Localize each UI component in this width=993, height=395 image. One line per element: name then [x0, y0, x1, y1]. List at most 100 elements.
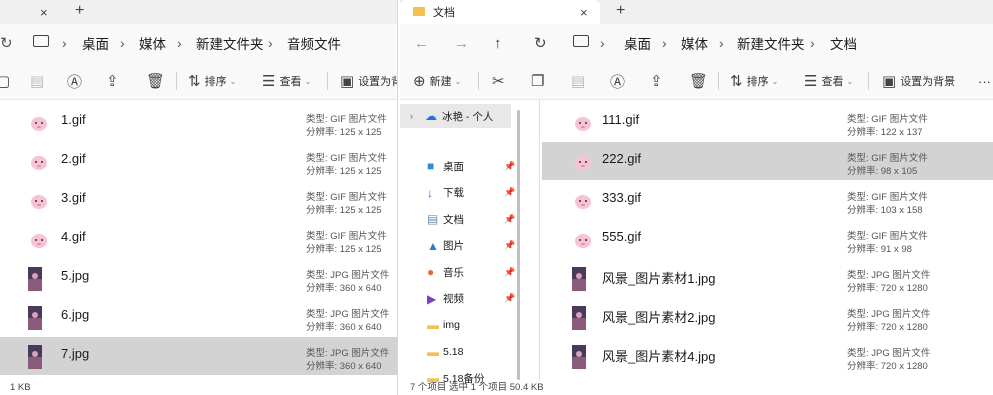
expand-chevron-icon[interactable]: › [410, 111, 413, 121]
file-name: 7.jpg [61, 346, 90, 361]
file-row[interactable]: 4.gif 类型: GIF 图片文件 分辨率: 125 x 125 [0, 220, 397, 258]
rename-icon[interactable]: Ⓐ [610, 62, 625, 100]
folder-icon [413, 7, 425, 16]
file-name: 风景_图片素材2.jpg [602, 310, 716, 325]
nav-item[interactable]: ↓ 下载 📌 [400, 181, 539, 205]
sort-button[interactable]: ⇅ 排序 ⌄ [730, 62, 778, 100]
left-breadcrumb-media[interactable]: 媒体 [139, 33, 166, 53]
copy-icon[interactable]: ❐ [531, 62, 544, 100]
left-view-button[interactable]: ☰ 查看 ⌄ [262, 62, 311, 100]
nav-item-icon: ▲ [427, 238, 439, 253]
paste-icon[interactable]: ▤ [571, 62, 585, 100]
left-set-background-button[interactable]: ▣ 设置为背 [340, 62, 397, 100]
nav-item-icon: ▬ [427, 344, 439, 359]
file-row[interactable]: 222.gif 类型: GIF 图片文件 分辨率: 98 x 105 [542, 142, 993, 180]
file-name: 4.gif [61, 229, 86, 244]
right-breadcrumb-newfolder[interactable]: 新建文件夹 [737, 33, 805, 53]
file-row[interactable]: 3.gif 类型: GIF 图片文件 分辨率: 125 x 125 [0, 181, 397, 219]
jpg-thumbnail-icon [572, 345, 594, 369]
left-share-icon[interactable]: ⇪ [106, 62, 119, 100]
right-breadcrumb-media[interactable]: 媒体 [681, 33, 708, 53]
nav-item[interactable]: ■ 桌面 📌 [400, 154, 539, 178]
file-row[interactable]: 7.jpg 类型: JPG 图片文件 分辨率: 360 x 640 [0, 337, 397, 375]
refresh-icon[interactable]: ↻ [534, 34, 547, 52]
right-tab-documents[interactable]: 文档 × [400, 0, 600, 24]
forward-arrow-icon[interactable]: → [454, 35, 469, 52]
file-name: 1.gif [61, 112, 86, 127]
file-meta: 类型: GIF 图片文件 分辨率: 125 x 125 [306, 113, 387, 139]
right-address-bar[interactable]: ← → ↑ ↻ › 桌面 › 媒体 › 新建文件夹 › 文档 [400, 24, 993, 62]
nav-item[interactable]: ▶ 视频 📌 [400, 287, 539, 311]
gif-thumbnail-icon [572, 228, 594, 250]
left-tab-close-icon[interactable]: × [40, 5, 48, 20]
right-new-tab-button[interactable]: + [616, 2, 625, 20]
jpg-thumbnail-icon [572, 267, 594, 291]
file-meta: 类型: JPG 图片文件 分辨率: 720 x 1280 [847, 347, 930, 373]
left-breadcrumb-desktop[interactable]: 桌面 [82, 33, 109, 53]
left-paste-icon[interactable]: ▤ [30, 62, 44, 100]
right-breadcrumb-documents[interactable]: 文档 [830, 33, 857, 53]
left-rename-icon[interactable]: Ⓐ [67, 62, 82, 100]
file-row[interactable]: 555.gif 类型: GIF 图片文件 分辨率: 91 x 98 [542, 220, 993, 258]
nav-item[interactable]: ▲ 图片 📌 [400, 234, 539, 258]
share-icon[interactable]: ⇪ [650, 62, 663, 100]
file-row[interactable]: 风景_图片素材4.jpg 类型: JPG 图片文件 分辨率: 720 x 1280 [542, 337, 993, 375]
delete-icon[interactable]: 🗑 [689, 62, 708, 100]
nav-item-label: 5.18 [443, 345, 464, 358]
file-row[interactable]: 风景_图片素材1.jpg 类型: JPG 图片文件 分辨率: 720 x 1280 [542, 259, 993, 297]
right-tab-close-icon[interactable]: × [580, 5, 588, 20]
file-meta: 类型: JPG 图片文件 分辨率: 720 x 1280 [847, 308, 930, 334]
gif-thumbnail-icon [28, 150, 50, 172]
file-row[interactable]: 333.gif 类型: GIF 图片文件 分辨率: 103 x 158 [542, 181, 993, 219]
file-row[interactable]: 111.gif 类型: GIF 图片文件 分辨率: 122 x 137 [542, 103, 993, 141]
more-options-button[interactable]: ··· [978, 62, 991, 100]
left-new-tab-button[interactable]: + [75, 2, 84, 20]
left-delete-icon[interactable]: 🗑 [146, 62, 165, 100]
view-icon: ☰ [804, 73, 818, 90]
nav-item-label: 图片 [443, 240, 464, 252]
left-breadcrumb-newfolder[interactable]: 新建文件夹 [196, 33, 264, 53]
nav-item[interactable]: ● 音乐 📌 [400, 260, 539, 284]
nav-item-label: img [443, 319, 460, 331]
left-copy-icon[interactable]: ▢ [0, 62, 10, 100]
left-breadcrumb-audio[interactable]: 音频文件 [287, 33, 341, 53]
file-meta: 类型: JPG 图片文件 分辨率: 720 x 1280 [847, 269, 930, 295]
left-tab[interactable]: × [0, 0, 60, 24]
left-refresh-icon[interactable]: ↻ [0, 34, 13, 52]
file-name: 2.gif [61, 151, 86, 166]
up-arrow-icon[interactable]: ↑ [494, 35, 502, 52]
gif-thumbnail-icon [572, 111, 594, 133]
nav-item[interactable]: ▬ img [400, 313, 539, 337]
file-type: 类型: GIF 图片文件 [847, 153, 928, 164]
file-name: 3.gif [61, 190, 86, 205]
file-row[interactable]: 6.jpg 类型: JPG 图片文件 分辨率: 360 x 640 [0, 298, 397, 336]
right-breadcrumb-desktop[interactable]: 桌面 [624, 33, 651, 53]
file-meta: 类型: GIF 图片文件 分辨率: 98 x 105 [847, 152, 928, 178]
set-background-button[interactable]: ▣ 设置为背景 [882, 62, 955, 100]
cut-icon[interactable]: ✂ [492, 62, 505, 100]
file-row[interactable]: 风景_图片素材2.jpg 类型: JPG 图片文件 分辨率: 720 x 1280 [542, 298, 993, 336]
file-row[interactable]: 2.gif 类型: GIF 图片文件 分辨率: 125 x 125 [0, 142, 397, 180]
nav-item[interactable]: ▤ 文档 📌 [400, 207, 539, 231]
back-arrow-icon[interactable]: ← [414, 35, 429, 52]
jpg-thumbnail-icon [28, 267, 50, 291]
left-sort-button[interactable]: ⇅ 排序 ⌄ [188, 62, 236, 100]
file-row[interactable]: 5.jpg 类型: JPG 图片文件 分辨率: 360 x 640 [0, 259, 397, 297]
file-name: 风景_图片素材1.jpg [602, 271, 716, 286]
nav-item[interactable]: › ☁ 冰艳 - 个人 [400, 104, 511, 128]
file-resolution: 分辨率: 122 x 137 [847, 127, 923, 138]
nav-item[interactable]: ▬ 5.18 [400, 340, 539, 364]
file-name: 6.jpg [61, 307, 90, 322]
file-type: 类型: JPG 图片文件 [306, 348, 390, 359]
left-address-bar[interactable]: ↻ › 桌面 › 媒体 › 新建文件夹 › 音频文件 [0, 24, 397, 62]
file-resolution: 分辨率: 360 x 640 [306, 361, 382, 372]
file-type: 类型: GIF 图片文件 [306, 231, 387, 242]
left-toolbar: ▢ ▤ Ⓐ ⇪ 🗑 ⇅排序⌄ ☰查看⌄ ▣设置为背 [0, 62, 397, 100]
nav-item-icon: ■ [427, 159, 435, 173]
file-meta: 类型: GIF 图片文件 分辨率: 125 x 125 [306, 191, 387, 217]
file-row[interactable]: 1.gif 类型: GIF 图片文件 分辨率: 125 x 125 [0, 103, 397, 141]
view-button[interactable]: ☰ 查看 ⌄ [804, 62, 853, 100]
file-meta: 类型: GIF 图片文件 分辨率: 103 x 158 [847, 191, 928, 217]
new-button[interactable]: ⊕ 新建 ⌄ [413, 62, 461, 100]
sort-icon: ⇅ [188, 73, 201, 90]
